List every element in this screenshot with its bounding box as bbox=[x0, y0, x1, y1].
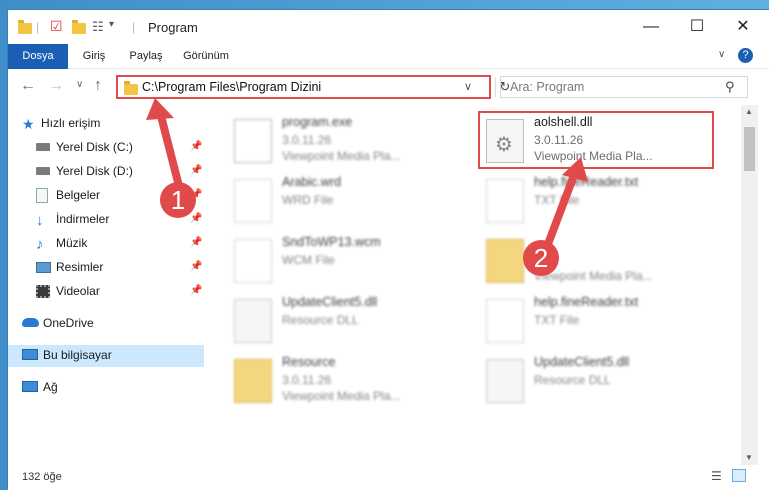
annotation-marker-1: 1 bbox=[160, 182, 196, 218]
annotation-arrowhead-2 bbox=[562, 157, 588, 182]
annotation-overlay bbox=[146, 98, 588, 256]
annotation-marker-2: 2 bbox=[523, 240, 559, 276]
annotation-arrow-2 bbox=[541, 166, 580, 256]
annotation-arrowhead-1 bbox=[146, 98, 174, 120]
